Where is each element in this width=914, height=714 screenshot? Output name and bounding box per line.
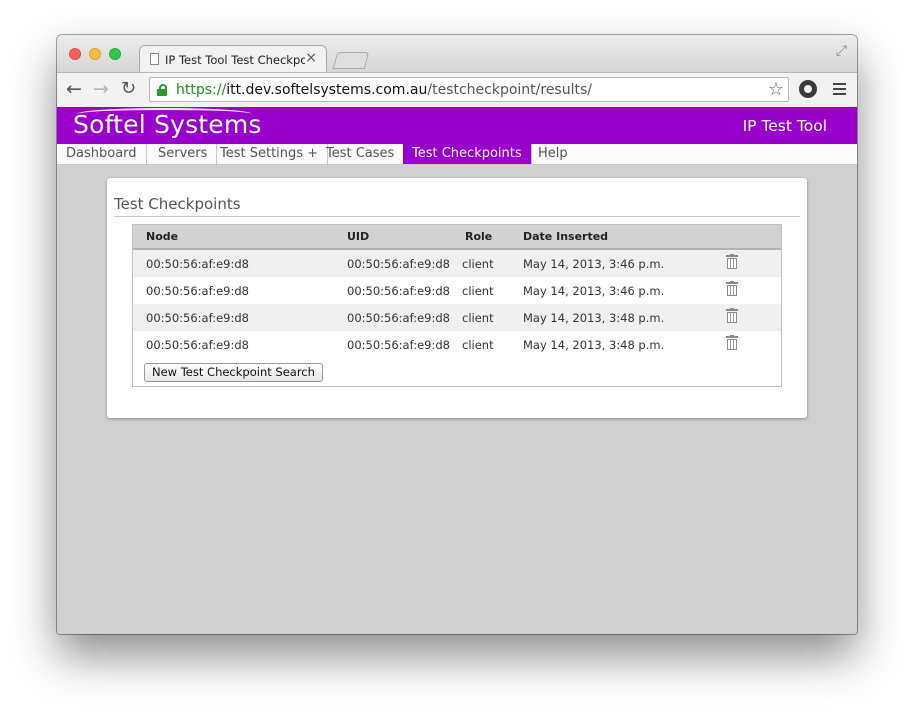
node-cell: 00:50:56:af:e9:d8 <box>146 338 249 352</box>
maximize-window-button[interactable] <box>109 48 121 60</box>
browser-tab[interactable]: IP Test Tool Test Checkpoints × <box>139 45 327 73</box>
minimize-window-button[interactable] <box>89 48 101 60</box>
nav-test-checkpoints[interactable]: Test Checkpoints <box>403 144 532 164</box>
content-card: Test Checkpoints Node UID Role Date Inse… <box>107 178 807 418</box>
role-cell: client <box>462 257 494 271</box>
bookmark-star-icon[interactable]: ☆ <box>768 79 784 100</box>
site-logo[interactable]: Softel Systems <box>73 110 262 139</box>
browser-toolbar: ← → ↻ https://itt.dev.softelsystems.com.… <box>57 72 857 107</box>
new-tab-button[interactable] <box>332 52 370 69</box>
nav-dashboard[interactable]: Dashboard <box>57 144 147 164</box>
column-header-node: Node <box>146 230 179 243</box>
date-cell: May 14, 2013, 3:48 p.m. <box>523 338 665 352</box>
node-cell: 00:50:56:af:e9:d8 <box>146 257 249 271</box>
uid-cell: 00:50:56:af:e9:d8 <box>347 338 450 352</box>
browser-window: IP Test Tool Test Checkpoints × ⤢ ← → ↻ … <box>57 35 857 634</box>
address-bar[interactable]: https://itt.dev.softelsystems.com.au/tes… <box>149 77 789 102</box>
back-icon[interactable]: ← <box>66 78 82 100</box>
role-cell: client <box>462 311 494 325</box>
delete-trash-icon[interactable] <box>726 281 738 297</box>
nav-help[interactable]: Help <box>529 144 577 164</box>
date-cell: May 14, 2013, 3:48 p.m. <box>523 311 665 325</box>
fullscreen-icon[interactable]: ⤢ <box>836 43 847 59</box>
nav-servers[interactable]: Servers <box>149 144 218 164</box>
delete-trash-icon[interactable] <box>726 254 738 270</box>
new-checkpoint-search-button[interactable]: New Test Checkpoint Search <box>144 363 323 382</box>
app-title: IP Test Tool <box>742 117 827 135</box>
main-nav: Dashboard Servers Test Settings + Test C… <box>57 144 857 165</box>
table-header: Node UID Role Date Inserted <box>133 225 781 250</box>
page-icon <box>150 53 159 65</box>
url-text: https://itt.dev.softelsystems.com.au/tes… <box>176 82 592 98</box>
url-host: itt.dev.softelsystems.com.au <box>226 82 428 98</box>
table-row: 00:50:56:af:e9:d8 00:50:56:af:e9:d8 clie… <box>133 277 781 304</box>
date-cell: May 14, 2013, 3:46 p.m. <box>523 284 665 298</box>
node-cell: 00:50:56:af:e9:d8 <box>146 311 249 325</box>
close-window-button[interactable] <box>69 48 81 60</box>
url-path: /testcheckpoint/results/ <box>427 82 592 98</box>
uid-cell: 00:50:56:af:e9:d8 <box>347 284 450 298</box>
tab-title: IP Test Tool Test Checkpoints <box>165 53 305 67</box>
site-header: Softel Systems IP Test Tool <box>57 107 857 144</box>
column-header-role: Role <box>465 230 493 243</box>
url-scheme: https:// <box>176 82 227 98</box>
role-cell: client <box>462 338 494 352</box>
column-header-date: Date Inserted <box>523 230 609 243</box>
tab-close-icon[interactable]: × <box>305 50 317 66</box>
date-cell: May 14, 2013, 3:46 p.m. <box>523 257 665 271</box>
delete-trash-icon[interactable] <box>726 308 738 324</box>
nav-test-settings[interactable]: Test Settings + <box>211 144 329 164</box>
role-cell: client <box>462 284 494 298</box>
uid-cell: 00:50:56:af:e9:d8 <box>347 257 450 271</box>
extension-gear-icon[interactable] <box>799 80 817 98</box>
web-page: Softel Systems IP Test Tool Dashboard Se… <box>57 107 857 634</box>
uid-cell: 00:50:56:af:e9:d8 <box>347 311 450 325</box>
results-table: Node UID Role Date Inserted 00:50:56:af:… <box>132 224 782 387</box>
table-row: 00:50:56:af:e9:d8 00:50:56:af:e9:d8 clie… <box>133 331 781 358</box>
delete-trash-icon[interactable] <box>726 335 738 351</box>
hamburger-menu-icon[interactable] <box>833 83 846 95</box>
table-row: 00:50:56:af:e9:d8 00:50:56:af:e9:d8 clie… <box>133 304 781 331</box>
title-bar: IP Test Tool Test Checkpoints × ⤢ <box>57 35 857 73</box>
page-title: Test Checkpoints <box>114 195 800 217</box>
nav-test-cases[interactable]: Test Cases <box>317 144 405 164</box>
node-cell: 00:50:56:af:e9:d8 <box>146 284 249 298</box>
reload-icon[interactable]: ↻ <box>121 78 136 99</box>
lock-icon <box>157 84 167 96</box>
forward-icon[interactable]: → <box>93 78 109 100</box>
column-header-uid: UID <box>347 230 370 243</box>
table-row: 00:50:56:af:e9:d8 00:50:56:af:e9:d8 clie… <box>133 250 781 277</box>
